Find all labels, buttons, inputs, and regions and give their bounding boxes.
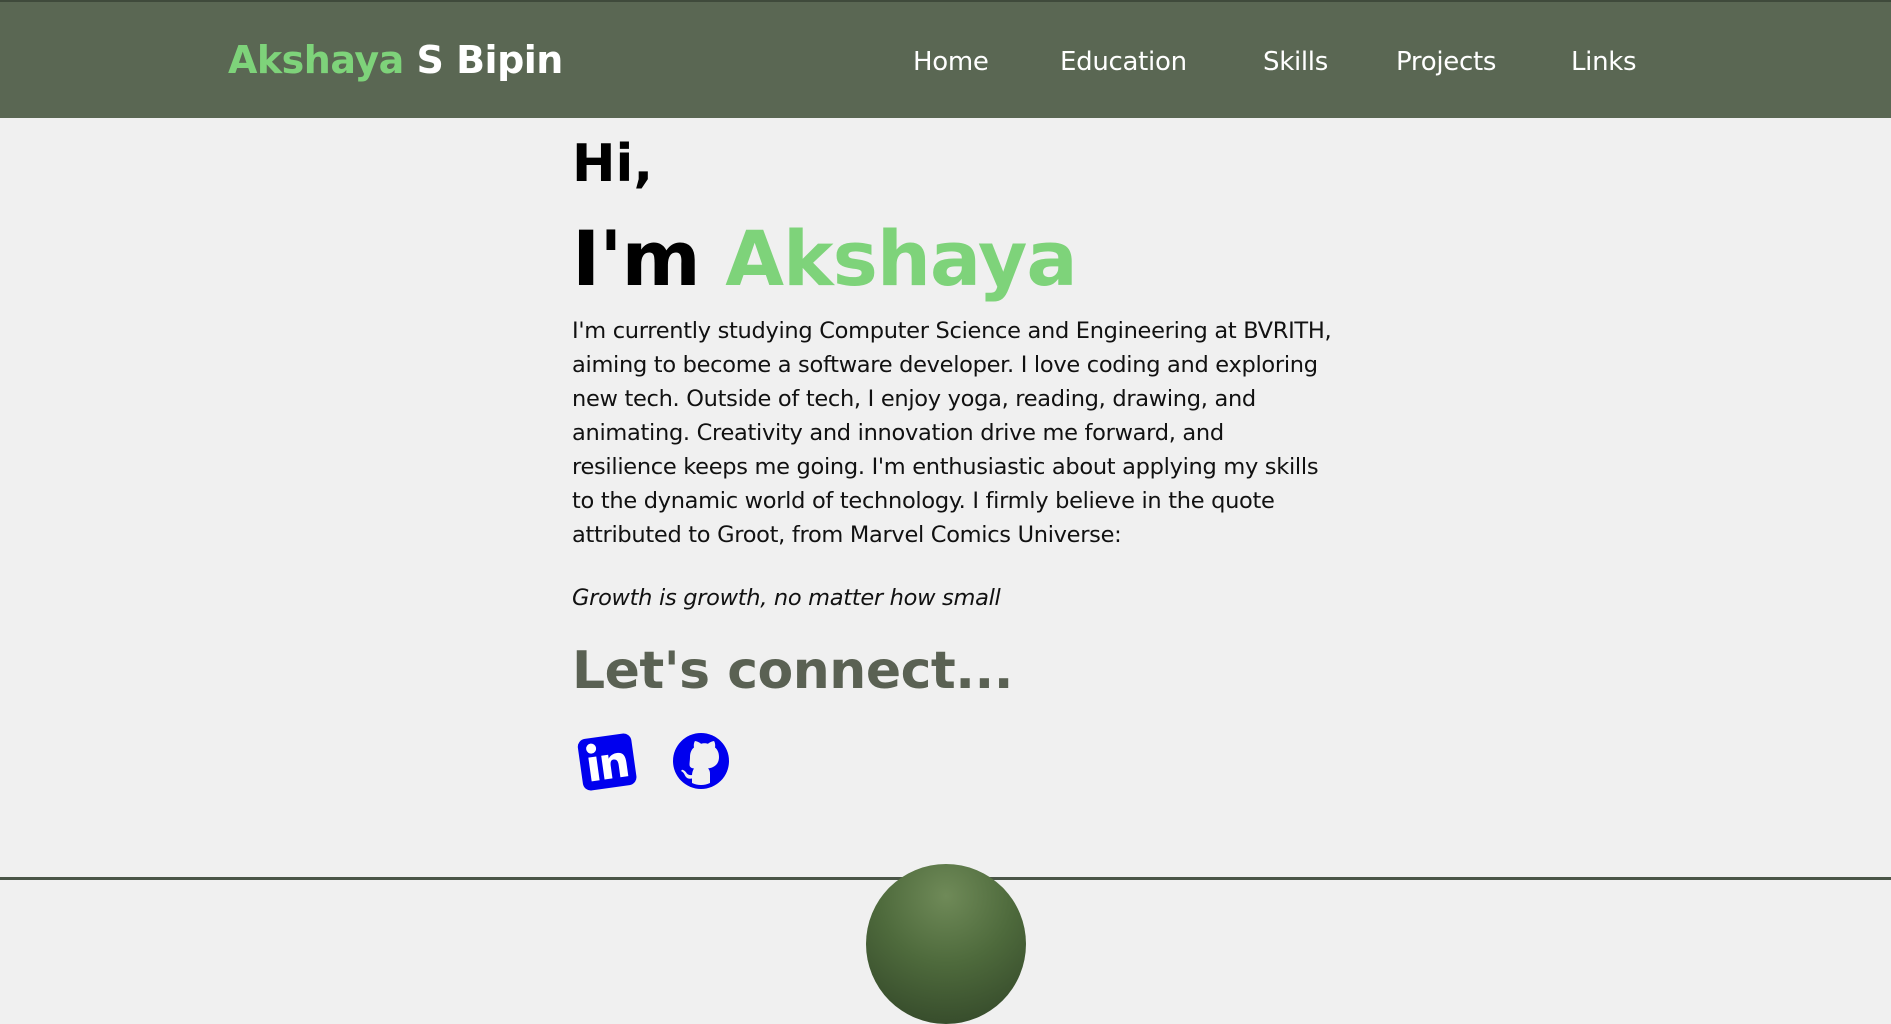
nav-menu: Home Education Skills Projects Links — [0, 42, 1891, 82]
intro-heading: I'm Akshaya — [572, 204, 1078, 314]
groot-quote: Growth is growth, no matter how small — [572, 585, 1001, 611]
navbar: Akshaya S Bipin Home Education Skills Pr… — [0, 0, 1891, 118]
linkedin-icon[interactable] — [576, 730, 638, 792]
nav-link-education[interactable]: Education — [1060, 42, 1187, 82]
github-icon[interactable] — [670, 730, 732, 792]
connect-heading: Let's connect... — [572, 641, 1014, 701]
greeting-heading: Hi, — [572, 134, 654, 194]
nav-link-projects[interactable]: Projects — [1396, 42, 1496, 82]
nav-link-skills[interactable]: Skills — [1263, 42, 1328, 82]
intro-prefix: I'm — [572, 214, 701, 303]
intro-name: Akshaya — [725, 214, 1077, 303]
nav-link-links[interactable]: Links — [1571, 42, 1637, 82]
profile-photo — [866, 864, 1026, 1024]
nav-link-home[interactable]: Home — [913, 42, 989, 82]
bio-paragraph: I'm currently studying Computer Science … — [572, 318, 1332, 548]
